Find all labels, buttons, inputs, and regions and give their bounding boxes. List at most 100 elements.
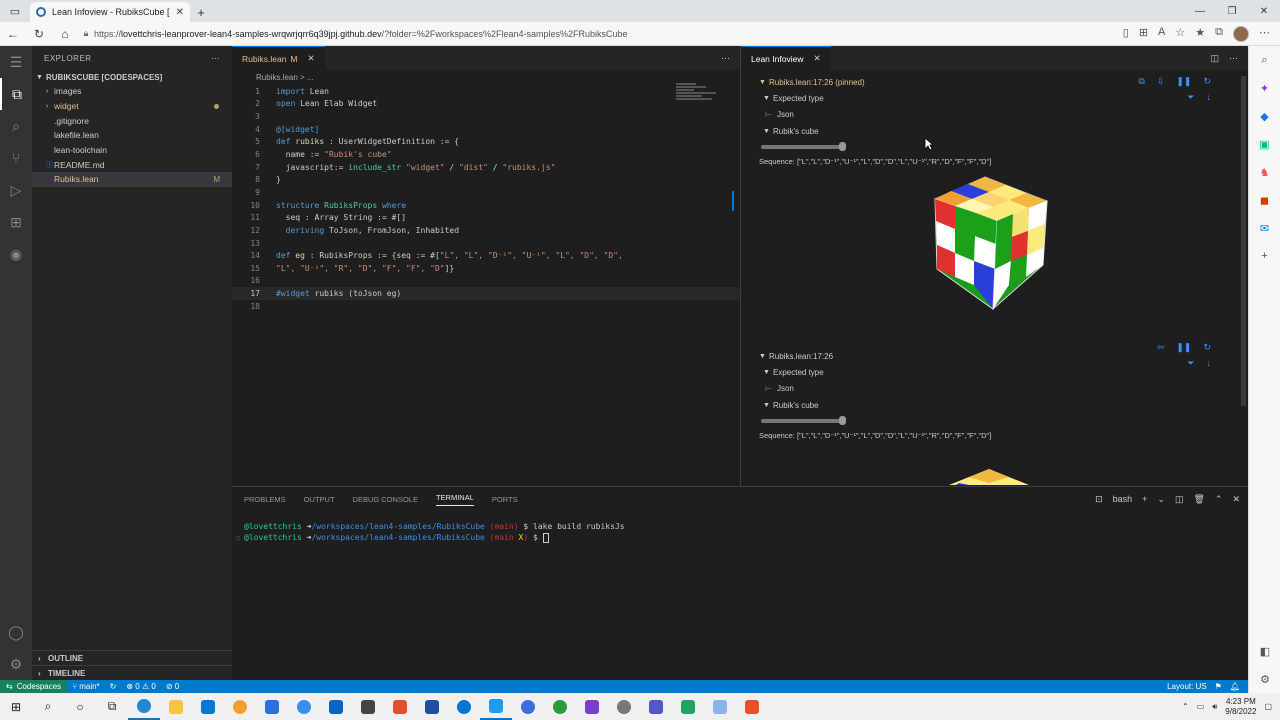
code-content[interactable]: 1 import Lean 2 open Lean Elab Widget 3 4 @…	[232, 85, 740, 313]
extensions-icon[interactable]: ⊞	[0, 206, 32, 238]
slider-thumb[interactable]	[839, 142, 846, 152]
tree-item-readme[interactable]: ⓘ README.md	[32, 157, 232, 172]
collections-icon[interactable]: ⧉	[1215, 26, 1223, 42]
tree-icon[interactable]	[544, 693, 576, 720]
network-icon[interactable]: ▭	[1197, 702, 1205, 711]
tray-chevron-icon[interactable]: ⌃	[1182, 702, 1189, 711]
shell-name[interactable]: bash	[1113, 494, 1133, 505]
home-button[interactable]: ⌂	[52, 27, 78, 41]
rubiks-cube-3d[interactable]	[909, 173, 1069, 323]
tree-item-gitignore[interactable]: .gitignore	[32, 113, 232, 128]
window-menu-icon[interactable]: ▭	[0, 0, 30, 22]
chat-icon[interactable]	[288, 693, 320, 720]
tab-output[interactable]: OUTPUT	[304, 495, 335, 504]
close-panel-icon[interactable]: ✕	[1232, 494, 1240, 505]
paint-icon[interactable]	[224, 693, 256, 720]
app-green-icon[interactable]	[672, 693, 704, 720]
github-icon[interactable]: ◉	[0, 238, 32, 270]
vs-icon[interactable]	[352, 693, 384, 720]
outlook-icon[interactable]: ✉	[1249, 214, 1280, 242]
app-red-icon[interactable]	[384, 693, 416, 720]
browser-tab[interactable]: Lean Infoview - RubiksCube [Co ✕	[30, 2, 190, 22]
clock[interactable]: 4:23 PM 9/8/2022	[1225, 697, 1256, 717]
task-view-icon[interactable]: ⧉	[96, 693, 128, 720]
timeline-section[interactable]: › TIMELINE	[32, 665, 232, 680]
favorite-star-icon[interactable]: ☆	[1175, 26, 1185, 42]
infoview-tab[interactable]: Lean Infoview ✕	[741, 46, 831, 70]
search-icon[interactable]: ⌕	[32, 693, 64, 720]
widget-header[interactable]: ▼ Rubik's cube	[759, 123, 1239, 139]
tab-debug-console[interactable]: DEBUG CONSOLE	[353, 495, 418, 504]
feedback-icon[interactable]: ⚑	[1215, 682, 1222, 691]
office-icon[interactable]: ◼	[1249, 186, 1280, 214]
manage-gear-icon[interactable]: ⚙	[0, 648, 32, 680]
app-pen-icon[interactable]	[704, 693, 736, 720]
unpin-icon[interactable]: ⇩	[1157, 76, 1165, 87]
edge-icon[interactable]	[128, 693, 160, 720]
app-circle-icon[interactable]	[512, 693, 544, 720]
expected-type-header[interactable]: ▼ Expected type	[759, 364, 1239, 380]
volume-icon[interactable]: 🔊︎	[1212, 702, 1217, 712]
new-tab-button[interactable]: +	[190, 2, 212, 22]
cube-viewport-1[interactable]	[759, 167, 1239, 348]
tree-item-rubiks-lean[interactable]: Rubiks.lean M	[32, 172, 232, 187]
back-button[interactable]: ←	[0, 27, 26, 41]
remote-indicator[interactable]: ⇆ Codespaces	[0, 680, 68, 693]
breadcrumb[interactable]: Rubiks.lean > ...	[232, 70, 740, 84]
cortana-icon[interactable]: ○	[64, 693, 96, 720]
terminal-output[interactable]: @lovettchris ➜/workspaces/lean4-samples/…	[236, 521, 625, 543]
store-icon[interactable]	[192, 693, 224, 720]
vscode-icon[interactable]	[480, 693, 512, 720]
infoview-scrollbar[interactable]	[1241, 76, 1246, 406]
outline-section[interactable]: › OUTLINE	[32, 650, 232, 665]
hamburger-menu-icon[interactable]: ☰	[0, 46, 32, 78]
workspace-root[interactable]: ▼ RUBIKSCUBE [CODESPACES]	[32, 70, 232, 84]
ports-indicator[interactable]: ⊘ 0	[161, 682, 184, 691]
outlook-icon[interactable]	[320, 693, 352, 720]
extension-icon[interactable]: ⊞	[1139, 26, 1148, 42]
expected-type-header[interactable]: ▼ Expected type	[759, 90, 1239, 106]
branch-indicator[interactable]: ⑂ main*	[67, 682, 104, 691]
keyboard-layout[interactable]: Layout: US	[1167, 682, 1207, 691]
profile-avatar[interactable]	[1233, 25, 1249, 42]
cube-viewport-2[interactable]	[759, 441, 1239, 486]
tree-item-lakefile[interactable]: lakefile.lean	[32, 128, 232, 143]
app-m-icon[interactable]	[416, 693, 448, 720]
sequence-slider[interactable]	[759, 139, 1239, 155]
add-sidebar-icon[interactable]: +	[1249, 242, 1280, 270]
tools-icon[interactable]: ▣	[1249, 130, 1280, 158]
explorer-icon[interactable]: ⧉	[0, 78, 32, 110]
windows-start-icon[interactable]: ⊞	[0, 693, 32, 720]
notification-center-icon[interactable]: ▢	[1264, 702, 1272, 711]
tree-item-images[interactable]: › images	[32, 84, 232, 99]
app-orange-icon[interactable]	[736, 693, 768, 720]
editor-more-icon[interactable]: ⋯	[721, 53, 740, 64]
search-icon[interactable]: ⌕	[1249, 46, 1280, 74]
sidebar-layout-icon[interactable]: ◧	[1249, 637, 1280, 665]
refresh-icon[interactable]: ↻	[1203, 342, 1211, 353]
arrow-down-icon[interactable]: ↓	[1207, 358, 1212, 369]
tab-ports[interactable]: PORTS	[492, 495, 518, 504]
teams-icon[interactable]	[640, 693, 672, 720]
people-icon[interactable]	[608, 693, 640, 720]
trash-icon[interactable]: 🗑︎	[1193, 494, 1204, 505]
lock-icon[interactable]: 🔒︎	[78, 28, 94, 39]
refresh-icon[interactable]: ↻	[1203, 76, 1211, 87]
account-icon[interactable]: ◯	[0, 616, 32, 648]
maximize-button[interactable]: ❐	[1216, 0, 1248, 22]
sidebar-settings-gear-icon[interactable]: ⚙	[1249, 665, 1280, 693]
arrow-down-icon[interactable]: ↓	[1207, 92, 1212, 103]
close-window-button[interactable]: ✕	[1248, 0, 1280, 22]
settings-gear-icon[interactable]	[448, 693, 480, 720]
favorites-icon[interactable]: ★	[1195, 26, 1205, 42]
games-icon[interactable]: ♞	[1249, 158, 1280, 186]
read-aloud-icon[interactable]: A	[1158, 26, 1165, 42]
filter-icon[interactable]: ⏷	[1187, 358, 1194, 369]
goto-location-icon[interactable]: ⧉	[1138, 76, 1144, 87]
visual-studio-icon[interactable]	[576, 693, 608, 720]
pause-icon[interactable]: ❚❚	[1176, 342, 1191, 353]
filter-icon[interactable]: ⏷	[1187, 92, 1194, 103]
shopping-tag-icon[interactable]: ◆	[1249, 102, 1280, 130]
infoview-more-icon[interactable]: ⋯	[1229, 53, 1238, 64]
pause-icon[interactable]: ❚❚	[1176, 76, 1191, 87]
